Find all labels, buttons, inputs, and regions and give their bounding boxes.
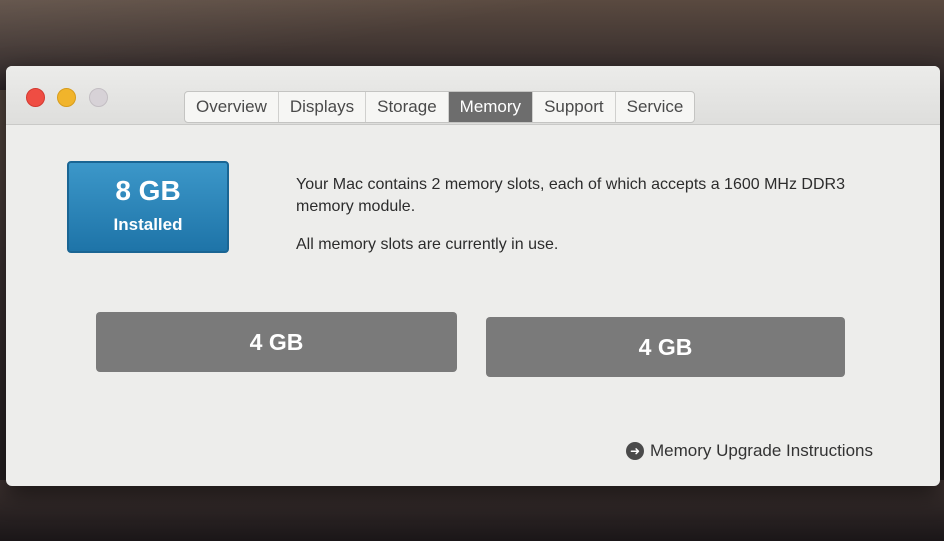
memory-slot-1: 4 GB — [96, 312, 457, 372]
minimize-button[interactable] — [57, 88, 76, 107]
memory-upgrade-label: Memory Upgrade Instructions — [650, 441, 873, 460]
desktop-background-bottom — [0, 480, 944, 541]
installed-label: Installed — [113, 215, 183, 234]
tab-memory[interactable]: Memory — [448, 92, 534, 122]
tab-bar: Overview Displays Storage Memory Support… — [184, 91, 696, 123]
titlebar: Overview Displays Storage Memory Support… — [6, 66, 940, 125]
tab-displays[interactable]: Displays — [279, 92, 367, 122]
memory-upgrade-instructions-link[interactable]: ➜ Memory Upgrade Instructions — [626, 441, 873, 461]
slots-in-use-text: All memory slots are currently in use. — [296, 236, 559, 253]
tab-support[interactable]: Support — [533, 92, 616, 122]
close-button[interactable] — [26, 88, 45, 107]
memory-description: Your Mac contains 2 memory slots, each o… — [296, 174, 856, 272]
about-this-mac-window: Overview Displays Storage Memory Support… — [6, 66, 940, 486]
zoom-button[interactable] — [89, 88, 108, 107]
slot-info-text: Your Mac contains 2 memory slots, each o… — [296, 176, 845, 215]
memory-slot-2: 4 GB — [486, 317, 845, 377]
tab-service[interactable]: Service — [616, 92, 695, 122]
arrow-circle-icon: ➜ — [626, 442, 644, 460]
total-memory-value: 8 GB — [115, 175, 181, 206]
tab-storage[interactable]: Storage — [366, 92, 449, 122]
memory-installed-badge: 8 GB Installed — [67, 161, 229, 253]
tab-overview[interactable]: Overview — [185, 92, 279, 122]
